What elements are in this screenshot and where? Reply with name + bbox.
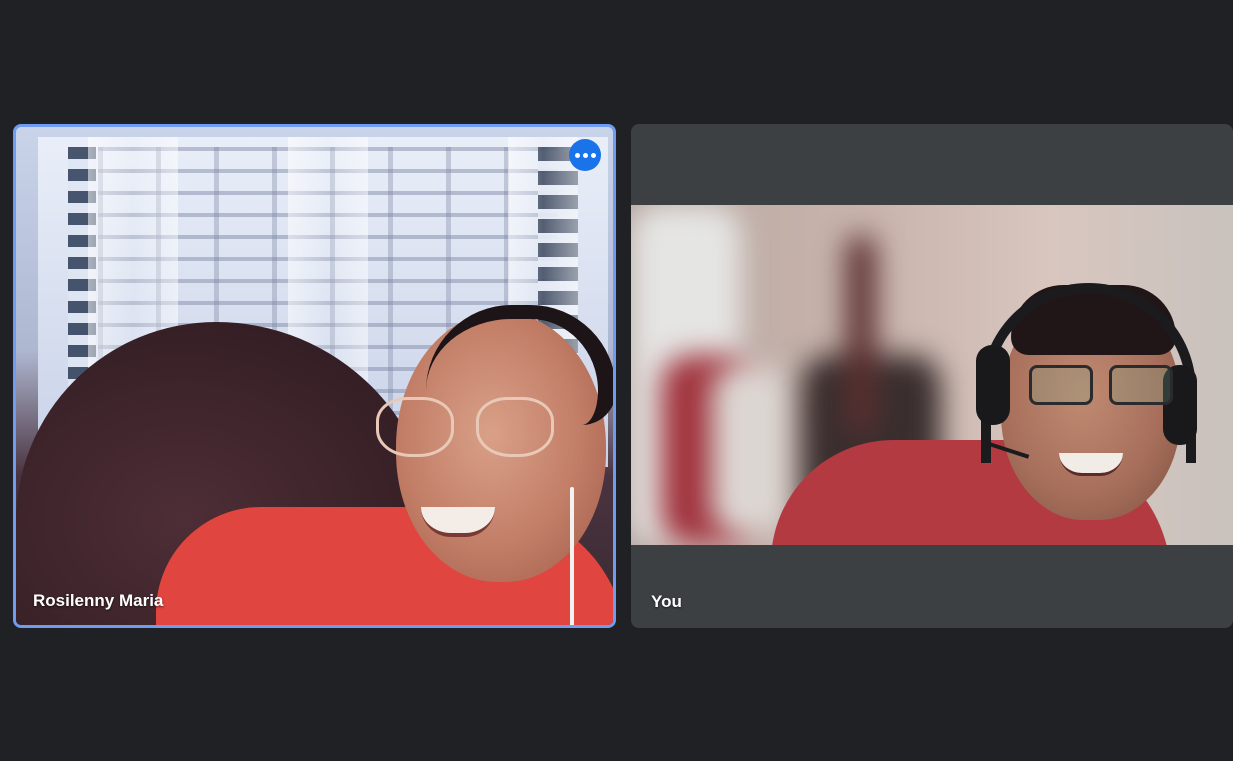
meeting-stage: Rosilenny Maria You [0,0,1233,761]
more-options-button[interactable] [569,139,601,171]
participant-name: Rosilenny Maria [33,591,164,610]
participant-tile-rosilenny[interactable]: Rosilenny Maria [13,124,616,628]
earbud-wire [570,487,574,625]
participant-name: You [651,592,682,611]
participant-video [16,127,613,625]
more-horizontal-icon [574,152,580,158]
participant-tile-you[interactable]: You [631,124,1233,628]
participant-video [631,205,1233,545]
glasses [376,397,576,467]
glasses [1029,365,1179,409]
